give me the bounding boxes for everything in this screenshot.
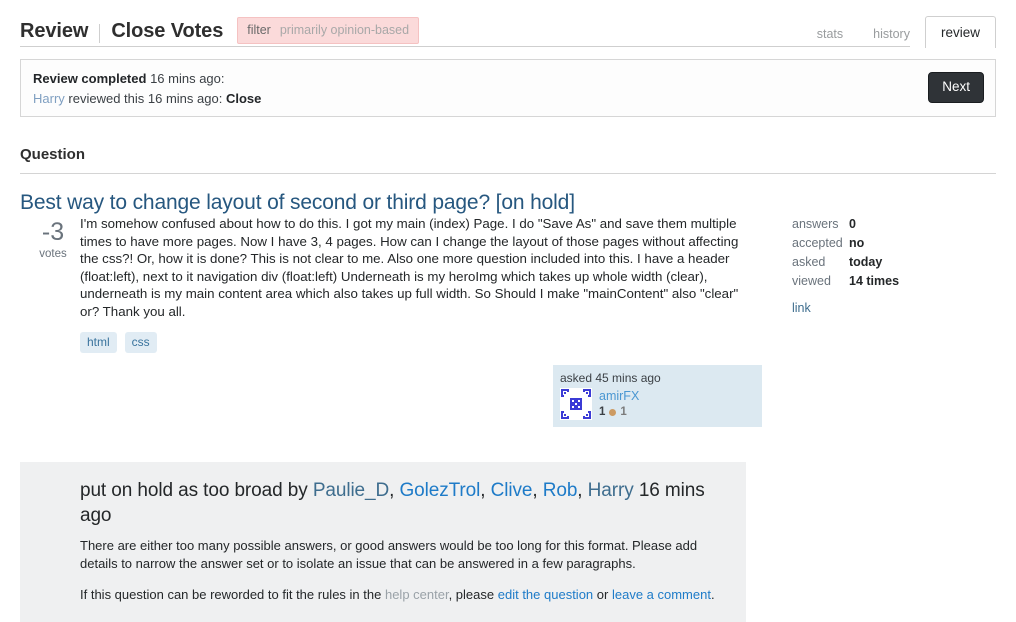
comma-4: , [577,480,583,501]
next-button[interactable]: Next [928,72,984,103]
question-post-text: I'm somehow confused about how to do thi… [80,216,739,319]
review-completed-label: Review completed [33,71,147,86]
filter-badge[interactable]: filter primarily opinion-based [237,17,420,44]
user-card-reputation-row: 1 1 [599,405,639,419]
p2-or-text: or [596,587,609,602]
question-section-header: Question [20,146,996,174]
question-title-link[interactable]: Best way to change layout of second or t… [20,191,996,215]
stat-row-answers: answers 0 [792,215,992,234]
reputation-count: 1 [599,406,606,418]
stat-key-answers: answers [792,217,839,231]
p2-before-text: If this question can be reworded to fit … [80,587,382,602]
user-card-row: amirFX 1 1 [560,388,755,420]
closer-user-paulie-d[interactable]: Paulie_D [313,480,389,501]
p2-end-period: . [710,587,715,602]
stat-key-asked: asked [792,255,826,269]
asker-user-card: asked 45 mins ago amirFX 1 1 [553,365,762,427]
tab-stats[interactable]: stats [802,20,858,49]
stat-row-accepted: accepted no [792,234,992,253]
closer-user-harry[interactable]: Harry [588,480,634,501]
stat-value-asked: today [849,255,883,269]
page-header: Review Close Votes filter primarily opin… [20,0,996,50]
leave-comment-link[interactable]: leave a comment [612,587,711,602]
comma-3: , [532,480,538,501]
stat-key-accepted: accepted [792,236,843,250]
review-completed-time: 16 mins ago: [150,71,225,86]
tag-css[interactable]: css [124,332,157,353]
title-separator [99,24,101,43]
user-card-action: asked 45 mins ago [560,371,661,385]
tab-history[interactable]: history [858,20,925,49]
header-divider [20,46,910,47]
closed-by-label: by [287,480,308,501]
user-card-username[interactable]: amirFX [599,389,639,404]
closed-notice-title: put on hold as too broad by Paulie_D, Go… [80,478,726,528]
section-title: Question [20,146,86,163]
question-stats-column: answers 0 accepted no asked today viewed… [792,215,992,315]
closer-user-goleztrol[interactable]: GolezTrol [400,480,481,501]
vote-cell: -3 votes [30,218,76,261]
comma-1: , [389,480,395,501]
stat-value-viewed: 14 times [849,274,900,288]
permalink-link[interactable]: link [792,301,992,315]
page-subtitle: Close Votes [111,20,224,42]
stat-value-answers: 0 [849,217,856,231]
page-title: Review [20,20,89,42]
reviewer-name[interactable]: Harry [33,91,65,106]
closed-notice-paragraph-2: If this question can be reworded to fit … [80,586,726,604]
filter-value: primarily opinion-based [279,23,410,37]
closer-user-clive[interactable]: Clive [491,480,533,501]
comma-2: , [480,480,486,501]
stat-row-viewed: viewed 14 times [792,272,992,291]
p2-mid-text: , please [448,587,495,602]
reviewer-line: Harry reviewed this 16 mins ago: Close [33,91,981,106]
edit-question-link[interactable]: edit the question [498,587,593,602]
vote-label: votes [39,248,67,260]
header-title-group: Review Close Votes filter primarily opin… [20,17,420,45]
tab-review[interactable]: review [924,15,996,48]
closed-prefix: put on hold as [80,480,198,501]
question-tags: html css [80,332,157,353]
closed-notice: put on hold as too broad by Paulie_D, Go… [20,462,746,622]
stat-key-viewed: viewed [792,274,831,288]
help-center-link[interactable]: help center [385,587,449,602]
review-completed-line: Review completed 16 mins ago: [33,71,981,86]
header-tabs: stats history review [802,15,996,48]
bronze-badge-count: 1 [620,406,627,418]
bronze-badge-icon [609,408,617,416]
user-card-info: amirFX 1 1 [599,388,639,420]
review-status-banner: Review completed 16 mins ago: Harry revi… [20,59,996,117]
review-action-result: Close [225,91,262,106]
reviewer-action-text: reviewed this 16 mins ago: [68,91,223,106]
identicon-avatar[interactable] [560,388,592,420]
tag-html[interactable]: html [80,332,117,353]
stat-value-accepted: no [849,236,865,250]
filter-label: filter [247,23,271,37]
stat-row-asked: asked today [792,253,992,272]
closer-user-rob[interactable]: Rob [543,480,578,501]
section-divider [20,173,996,174]
closed-reason: too broad [203,480,283,501]
closed-notice-paragraph-1: There are either too many possible answe… [80,538,698,571]
vote-count: -3 [41,218,65,246]
